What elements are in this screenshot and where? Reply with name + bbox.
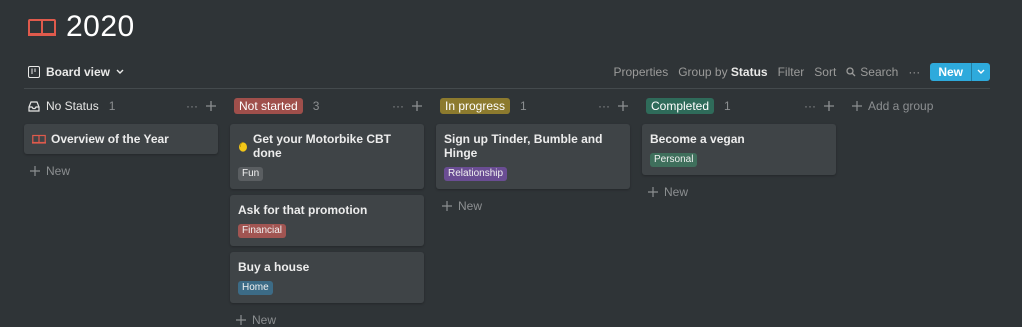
plus-icon[interactable]	[618, 101, 628, 111]
properties-button[interactable]: Properties	[614, 65, 669, 79]
add-card-button[interactable]: New	[24, 164, 218, 178]
group-by-button[interactable]: Group by Status	[678, 65, 767, 79]
card-title: Get your Motorbike CBT done	[253, 132, 392, 160]
plus-icon[interactable]	[206, 101, 216, 111]
board-card[interactable]: Become a vegan Personal	[642, 124, 836, 175]
more-icon[interactable]: ···	[598, 99, 610, 113]
tag-badge: Financial	[238, 224, 287, 238]
view-switcher[interactable]: Board view	[28, 65, 124, 79]
card-title: Overview of the Year	[51, 132, 169, 146]
toolbar-divider	[24, 88, 990, 89]
column-count: 1	[724, 99, 731, 113]
status-pill: Completed	[646, 98, 715, 114]
search-button[interactable]: Search	[846, 65, 898, 79]
group-by-prefix: Group by	[678, 65, 728, 79]
board-column-not-started: Not started 3 ··· Get your Motorbike CBT…	[230, 96, 424, 327]
add-card-button[interactable]: New	[230, 313, 424, 327]
board-card[interactable]: Get your Motorbike CBT done Fun	[230, 124, 424, 189]
add-card-label: New	[664, 185, 689, 199]
card-title: Sign up Tinder, Bumble and Hinge	[444, 132, 603, 160]
column-count: 1	[520, 99, 527, 113]
more-icon[interactable]: ···	[392, 99, 404, 113]
chevron-down-icon	[116, 69, 124, 75]
tag-badge: Home	[238, 281, 273, 295]
plus-icon	[442, 201, 452, 211]
status-pill: In progress	[440, 98, 511, 114]
search-label: Search	[860, 65, 899, 79]
add-card-button[interactable]: New	[642, 185, 836, 199]
card-title: Buy a house	[238, 260, 310, 274]
page-header: 2020	[28, 10, 135, 44]
column-name: No Status	[46, 99, 99, 113]
plus-icon	[852, 101, 862, 111]
chevron-down-icon[interactable]	[971, 63, 990, 81]
plus-icon[interactable]	[824, 101, 834, 111]
add-group-button[interactable]: Add a group	[848, 96, 933, 116]
column-count: 3	[312, 99, 320, 113]
page-title[interactable]: 2020	[66, 10, 135, 44]
view-label: Board view	[46, 65, 111, 79]
plus-icon	[236, 315, 246, 325]
plus-icon[interactable]	[412, 101, 422, 111]
board-column-in-progress: In progress 1 ··· Sign up Tinder, Bumble…	[436, 96, 630, 327]
column-header[interactable]: In progress 1 ···	[436, 96, 630, 116]
column-header[interactable]: No Status 1 ···	[24, 96, 218, 116]
card-title: Ask for that promotion	[238, 203, 368, 217]
group-by-value: Status	[730, 65, 768, 79]
board-card[interactable]: Ask for that promotion Financial	[230, 195, 424, 246]
plus-icon	[30, 166, 40, 176]
more-options-button[interactable]: ···	[908, 65, 920, 79]
board-card[interactable]: Overview of the Year	[24, 124, 218, 154]
column-header[interactable]: Not started 3 ···	[230, 96, 424, 116]
board-card[interactable]: Sign up Tinder, Bumble and Hinge Relatio…	[436, 124, 630, 189]
add-card-button[interactable]: New	[436, 199, 630, 213]
board-column-completed: Completed 1 ··· Become a vegan Personal …	[642, 96, 836, 327]
lemon-icon	[238, 141, 248, 152]
board: No Status 1 ··· Overview of the Year New…	[24, 96, 933, 327]
add-card-label: New	[252, 313, 277, 327]
filter-button[interactable]: Filter	[778, 65, 805, 79]
search-icon	[846, 67, 856, 77]
more-icon[interactable]: ···	[186, 99, 198, 113]
plus-icon	[648, 187, 658, 197]
inbox-icon	[28, 100, 40, 112]
sort-button[interactable]: Sort	[814, 65, 836, 79]
new-button-label: New	[938, 65, 963, 79]
new-button[interactable]: New	[930, 63, 990, 81]
board-card[interactable]: Buy a house Home	[230, 252, 424, 303]
status-pill: Not started	[234, 98, 303, 114]
add-card-label: New	[458, 199, 483, 213]
board-column-no-status: No Status 1 ··· Overview of the Year New	[24, 96, 218, 327]
add-card-label: New	[46, 164, 71, 178]
tag-badge: Personal	[650, 153, 698, 167]
book-icon[interactable]	[28, 17, 56, 37]
board-view-icon	[28, 66, 40, 78]
toolbar-actions: Properties Group by Status Filter Sort S…	[614, 63, 990, 81]
column-header[interactable]: Completed 1 ···	[642, 96, 836, 116]
book-icon	[32, 134, 46, 144]
column-count: 1	[108, 99, 116, 113]
tag-badge: Fun	[238, 167, 264, 181]
tag-badge: Relationship	[444, 167, 508, 181]
database-toolbar: Board view Properties Group by Status Fi…	[28, 62, 990, 82]
card-title: Become a vegan	[650, 132, 745, 146]
add-group-label: Add a group	[868, 99, 934, 113]
more-icon[interactable]: ···	[804, 99, 816, 113]
